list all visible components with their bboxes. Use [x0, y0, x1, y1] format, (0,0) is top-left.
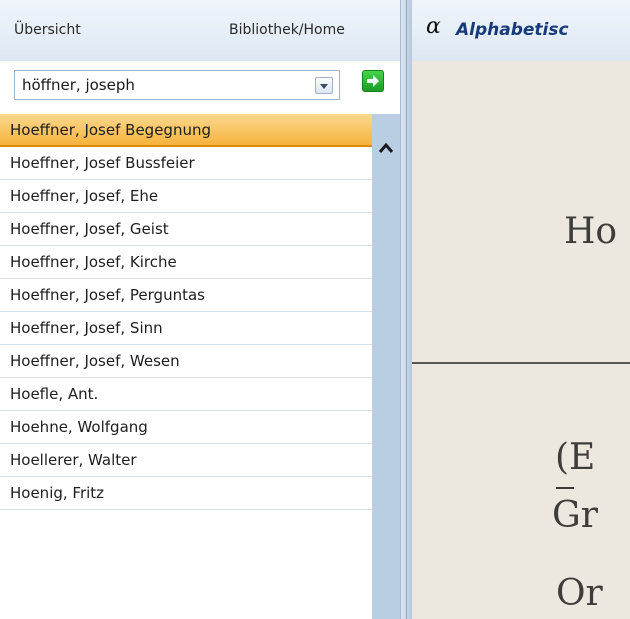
scan-underline	[556, 487, 574, 489]
go-button[interactable]	[362, 70, 384, 92]
list-item[interactable]: Hoenig, Fritz	[0, 477, 372, 510]
list-item[interactable]: Hoeffner, Josef Begegnung	[0, 114, 372, 147]
viewer-header: α Alphabetisc	[412, 0, 630, 61]
navigation-bar: Übersicht Bibliothek/Home	[0, 0, 400, 61]
search-input[interactable]	[15, 71, 305, 99]
dropdown-button[interactable]	[315, 77, 333, 94]
go-arrow-icon	[367, 75, 379, 87]
index-panel: Übersicht Bibliothek/Home Hoeffner, Jose…	[0, 0, 400, 619]
list-item[interactable]: Hoeffner, Josef Bussfeier	[0, 147, 372, 180]
search-combobox[interactable]	[14, 70, 340, 100]
viewer-title: Alphabetisc	[456, 20, 569, 40]
dropdown-arrow-icon	[320, 84, 328, 89]
alpha-icon: α	[426, 14, 441, 39]
scan-text-line: Gr	[552, 495, 598, 536]
overview-link[interactable]: Übersicht	[14, 22, 81, 38]
list-item[interactable]: Hoeffner, Josef, Kirche	[0, 246, 372, 279]
scan-rule	[412, 362, 630, 364]
scan-text-line: (E	[555, 437, 596, 478]
scroll-up-icon[interactable]	[378, 142, 394, 154]
list-item[interactable]: Hoeffner, Josef, Geist	[0, 213, 372, 246]
scan-text-line: Or	[556, 573, 603, 614]
list-scrollbar[interactable]	[372, 114, 400, 619]
list-item[interactable]: Hoeffner, Josef, Perguntas	[0, 279, 372, 312]
list-item[interactable]: Hoehne, Wolfgang	[0, 411, 372, 444]
list-item[interactable]: Hoefle, Ant.	[0, 378, 372, 411]
library-home-link[interactable]: Bibliothek/Home	[229, 22, 345, 38]
scanned-card-image: Ho (E Gr Or	[412, 61, 630, 619]
viewer-panel: α Alphabetisc Ho (E Gr Or	[412, 0, 630, 619]
list-item[interactable]: Hoeffner, Josef, Wesen	[0, 345, 372, 378]
scan-text-line: Ho	[564, 211, 618, 252]
pane-splitter[interactable]	[400, 0, 412, 619]
index-list[interactable]: Hoeffner, Josef Begegnung Hoeffner, Jose…	[0, 114, 372, 619]
list-item[interactable]: Hoeffner, Josef, Ehe	[0, 180, 372, 213]
list-item[interactable]: Hoellerer, Walter	[0, 444, 372, 477]
list-item[interactable]: Hoeffner, Josef, Sinn	[0, 312, 372, 345]
